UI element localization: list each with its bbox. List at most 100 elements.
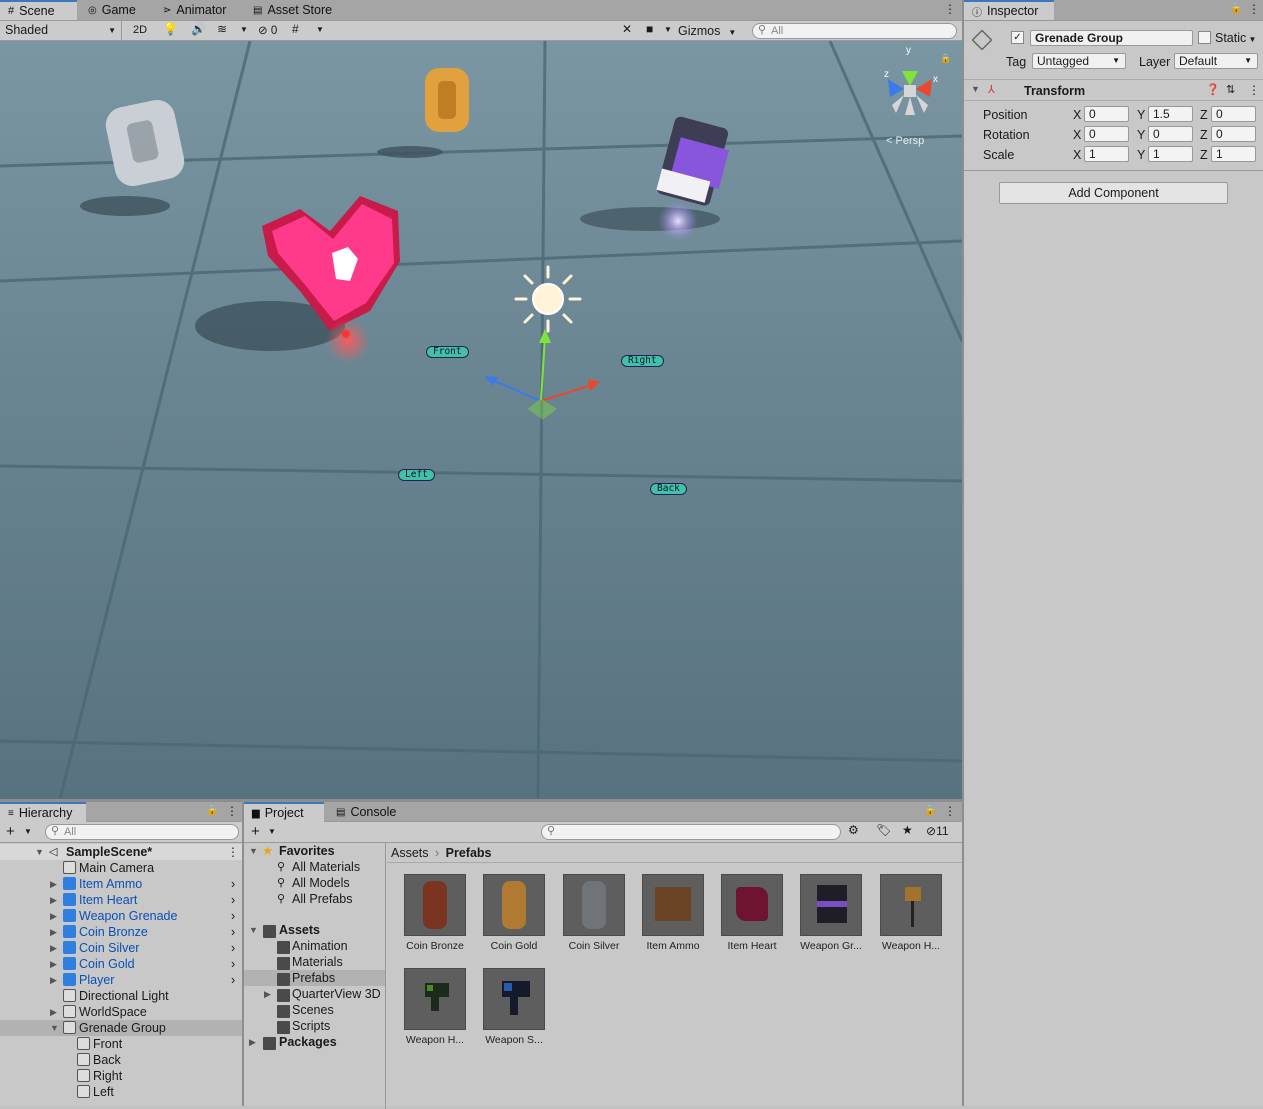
axis-x-label[interactable]: X <box>1073 128 1081 142</box>
help-icon[interactable]: ❓ <box>1206 83 1220 96</box>
hidden-objects-toggle[interactable]: ⊘ 0 <box>258 23 277 37</box>
foldout-arrow-icon[interactable]: ▶ <box>50 1004 57 1020</box>
list-item[interactable]: Right <box>0 1068 242 1084</box>
axis-z-label[interactable]: Z <box>1200 128 1208 142</box>
chevron-down-icon[interactable]: ▼ <box>268 827 276 836</box>
list-item[interactable]: Left <box>0 1084 242 1100</box>
asset-item[interactable]: Weapon S... <box>479 968 549 1046</box>
audio-toggle-icon[interactable]: 🔊 <box>191 22 206 36</box>
list-item[interactable]: ▶ Coin Silver › <box>0 940 242 956</box>
tag-dropdown[interactable]: Untagged ▼ <box>1032 53 1126 69</box>
foldout-arrow-icon[interactable]: ▼ <box>249 922 258 938</box>
foldout-arrow-icon[interactable]: ▼ <box>249 843 258 859</box>
list-item-selected[interactable]: Prefabs <box>244 970 385 986</box>
camera-icon[interactable]: ■ <box>646 22 653 36</box>
scene-label-front[interactable]: Front <box>426 346 469 358</box>
packages-root-item[interactable]: ▶ Packages <box>244 1034 385 1050</box>
object-name-field[interactable]: Grenade Group <box>1030 30 1193 46</box>
tab-scene[interactable]: # Scene <box>0 0 77 20</box>
list-item[interactable]: Back <box>0 1052 242 1068</box>
list-item[interactable]: Scripts <box>244 1018 385 1034</box>
axis-z-label[interactable]: Z <box>1200 108 1208 122</box>
grid-toggle-icon[interactable]: # <box>292 22 299 36</box>
rotation-x-field[interactable]: 0 <box>1084 126 1129 142</box>
static-checkbox[interactable] <box>1198 31 1211 44</box>
asset-item[interactable]: Coin Silver <box>559 874 629 952</box>
chevron-right-icon[interactable]: › <box>231 956 235 972</box>
assets-root-item[interactable]: ▼ Assets <box>244 922 385 938</box>
lock-icon[interactable]: 🔒 <box>924 805 936 816</box>
foldout-arrow-icon[interactable]: ▶ <box>50 892 57 908</box>
chevron-down-icon[interactable]: ▼ <box>24 827 32 836</box>
list-item[interactable]: Materials <box>244 954 385 970</box>
add-icon[interactable]: + <box>6 823 15 840</box>
tools-icon[interactable]: ✕ <box>622 22 632 36</box>
axis-y-label[interactable]: Y <box>1137 148 1145 162</box>
asset-item[interactable]: Weapon Gr... <box>796 874 866 952</box>
shading-dropdown[interactable]: Shaded ▼ <box>0 21 122 40</box>
asset-item[interactable]: Item Ammo <box>638 874 708 952</box>
chevron-right-icon[interactable]: › <box>231 892 235 908</box>
list-item[interactable]: Front <box>0 1036 242 1052</box>
axis-y-label[interactable]: Y <box>1137 128 1145 142</box>
list-item-selected[interactable]: ▼ Grenade Group <box>0 1020 242 1036</box>
lighting-toggle-icon[interactable]: 💡 <box>163 22 178 36</box>
axis-z-label[interactable]: Z <box>1200 148 1208 162</box>
chevron-right-icon[interactable]: › <box>231 924 235 940</box>
axis-x-label[interactable]: X <box>1073 148 1081 162</box>
hierarchy-search-input[interactable]: All <box>45 824 239 840</box>
tab-hierarchy[interactable]: ≡ Hierarchy <box>0 802 86 822</box>
list-item[interactable]: ▶ Coin Bronze › <box>0 924 242 940</box>
tab-project[interactable]: ▆ Project <box>244 802 324 822</box>
2d-toggle[interactable]: 2D <box>128 22 152 39</box>
favorites-item[interactable]: ▼ ★ Favorites <box>244 843 385 859</box>
foldout-arrow-icon[interactable]: ▶ <box>50 876 57 892</box>
transform-header[interactable]: ▼ ⅄ Transform ❓ ⇅ ⋮ <box>964 79 1263 101</box>
foldout-arrow-icon[interactable]: ▼ <box>50 1020 59 1036</box>
list-item[interactable]: Main Camera <box>0 860 242 876</box>
persp-label[interactable]: < Persp <box>886 135 924 147</box>
position-z-field[interactable]: 0 <box>1211 106 1256 122</box>
list-item[interactable]: ⚲ All Prefabs <box>244 891 385 907</box>
scene-label-left[interactable]: Left <box>398 469 435 481</box>
scale-x-field[interactable]: 1 <box>1084 146 1129 162</box>
chevron-right-icon[interactable]: › <box>231 876 235 892</box>
breadcrumb-prefabs[interactable]: Prefabs <box>446 846 492 860</box>
asset-item[interactable]: Coin Bronze <box>400 874 470 952</box>
foldout-arrow-icon[interactable]: ▼ <box>35 844 44 860</box>
position-x-field[interactable]: 0 <box>1084 106 1129 122</box>
list-item[interactable]: ▶ Weapon Grenade › <box>0 908 242 924</box>
asset-item[interactable]: Item Heart <box>717 874 787 952</box>
axis-x-label[interactable]: X <box>1073 108 1081 122</box>
camera-dropdown-icon[interactable]: ▼ <box>664 25 672 34</box>
rotation-y-field[interactable]: 0 <box>1148 126 1193 142</box>
tab-inspector[interactable]: ⓘ Inspector <box>964 0 1054 20</box>
foldout-arrow-icon[interactable]: ▶ <box>50 908 57 924</box>
list-item[interactable]: ⚲ All Materials <box>244 859 385 875</box>
list-item[interactable]: ⚲ All Models <box>244 875 385 891</box>
list-item[interactable]: Animation <box>244 938 385 954</box>
gizmos-dropdown[interactable]: Gizmos ▼ <box>678 22 736 40</box>
list-item[interactable]: Scenes <box>244 1002 385 1018</box>
tab-console[interactable]: ▤ Console <box>328 802 404 822</box>
chevron-right-icon[interactable]: › <box>231 940 235 956</box>
project-search-input[interactable] <box>541 824 841 840</box>
star-icon[interactable]: ★ <box>902 823 913 837</box>
preset-icon[interactable]: ⇅ <box>1226 83 1235 96</box>
more-menu-icon[interactable]: ⋮ <box>226 804 238 818</box>
static-dropdown[interactable]: Static ▼ <box>1215 31 1256 45</box>
list-item[interactable]: ▶ Item Ammo › <box>0 876 242 892</box>
list-item[interactable]: Directional Light <box>0 988 242 1004</box>
tab-game[interactable]: ◎ Game <box>80 0 144 20</box>
chevron-right-icon[interactable]: › <box>231 972 235 988</box>
more-menu-icon[interactable]: ⋮ <box>944 804 956 818</box>
list-item[interactable]: ▶ WorldSpace <box>0 1004 242 1020</box>
scene-viewport[interactable]: ✹ y x z 🔒 < Persp Front Right Left Back <box>0 41 962 799</box>
scene-label-right[interactable]: Right <box>621 355 664 367</box>
list-item[interactable]: ▶ Item Heart › <box>0 892 242 908</box>
scene-search-input[interactable]: All <box>752 23 957 39</box>
scene-label-back[interactable]: Back <box>650 483 687 495</box>
hidden-packages-toggle[interactable]: ⊘11 <box>926 824 949 838</box>
asset-item[interactable]: Coin Gold <box>479 874 549 952</box>
asset-item[interactable]: Weapon H... <box>400 968 470 1046</box>
